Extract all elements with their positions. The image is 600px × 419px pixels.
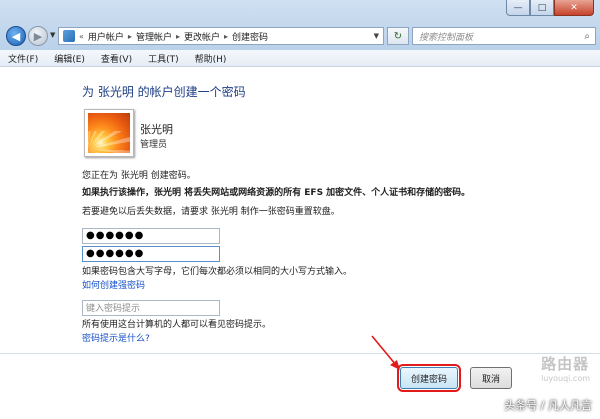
search-box[interactable]: 搜索控制面板 ⌕ [412, 27, 596, 45]
control-panel-icon [63, 30, 75, 42]
menu-tools[interactable]: 工具(T) [148, 52, 179, 65]
source-credit: 头条号 / 凡人凡言 [504, 399, 592, 412]
breadcrumb-separator[interactable]: ▸ [176, 32, 180, 41]
breadcrumb-change-account[interactable]: 更改帐户 [184, 30, 220, 43]
menu-edit[interactable]: 编辑(E) [54, 52, 85, 65]
breadcrumb-create-password[interactable]: 创建密码 [232, 30, 268, 43]
back-arrow-icon: ◀ [11, 29, 21, 43]
minimize-button[interactable]: — [506, 0, 530, 16]
maximize-button[interactable]: □ [530, 0, 554, 16]
recent-pages-dropdown[interactable]: ▼ [50, 31, 55, 39]
forward-button[interactable]: ▶ [28, 26, 48, 46]
breadcrumb-overflow[interactable]: « [79, 32, 84, 41]
breadcrumb-user-accounts[interactable]: 用户帐户 [88, 30, 124, 43]
address-field[interactable]: « 用户帐户 ▸ 管理帐户 ▸ 更改帐户 ▸ 创建密码 ▼ [58, 27, 384, 45]
breadcrumb-separator[interactable]: ▸ [128, 32, 132, 41]
back-button[interactable]: ◀ [6, 26, 26, 46]
address-bar-area: — □ ✕ ◀ ▶ ▼ « 用户帐户 ▸ 管理帐户 ▸ 更改帐户 ▸ 创建密码 … [0, 0, 600, 50]
refresh-button[interactable]: ↻ [387, 27, 409, 45]
search-input[interactable]: 搜索控制面板 [419, 30, 473, 43]
menu-help[interactable]: 帮助(H) [195, 52, 227, 65]
close-button[interactable]: ✕ [554, 0, 594, 16]
menu-file[interactable]: 文件(F) [8, 52, 38, 65]
breadcrumb-separator[interactable]: ▸ [224, 32, 228, 41]
menu-view[interactable]: 查看(V) [101, 52, 132, 65]
menu-bar: 文件(F) 编辑(E) 查看(V) 工具(T) 帮助(H) [0, 50, 600, 67]
annotation-arrow-icon [371, 335, 400, 370]
breadcrumb-manage-accounts[interactable]: 管理帐户 [136, 30, 172, 43]
forward-arrow-icon: ▶ [33, 29, 43, 43]
main-content: 为 张光明 的帐户创建一个密码 张光明 管理员 您正在为 张光明 创建密码。 如… [0, 67, 600, 419]
window-controls: — □ ✕ [506, 0, 594, 16]
chevron-down-icon[interactable]: ▼ [374, 32, 379, 40]
refresh-icon: ↻ [393, 30, 403, 42]
search-icon[interactable]: ⌕ [584, 31, 590, 42]
